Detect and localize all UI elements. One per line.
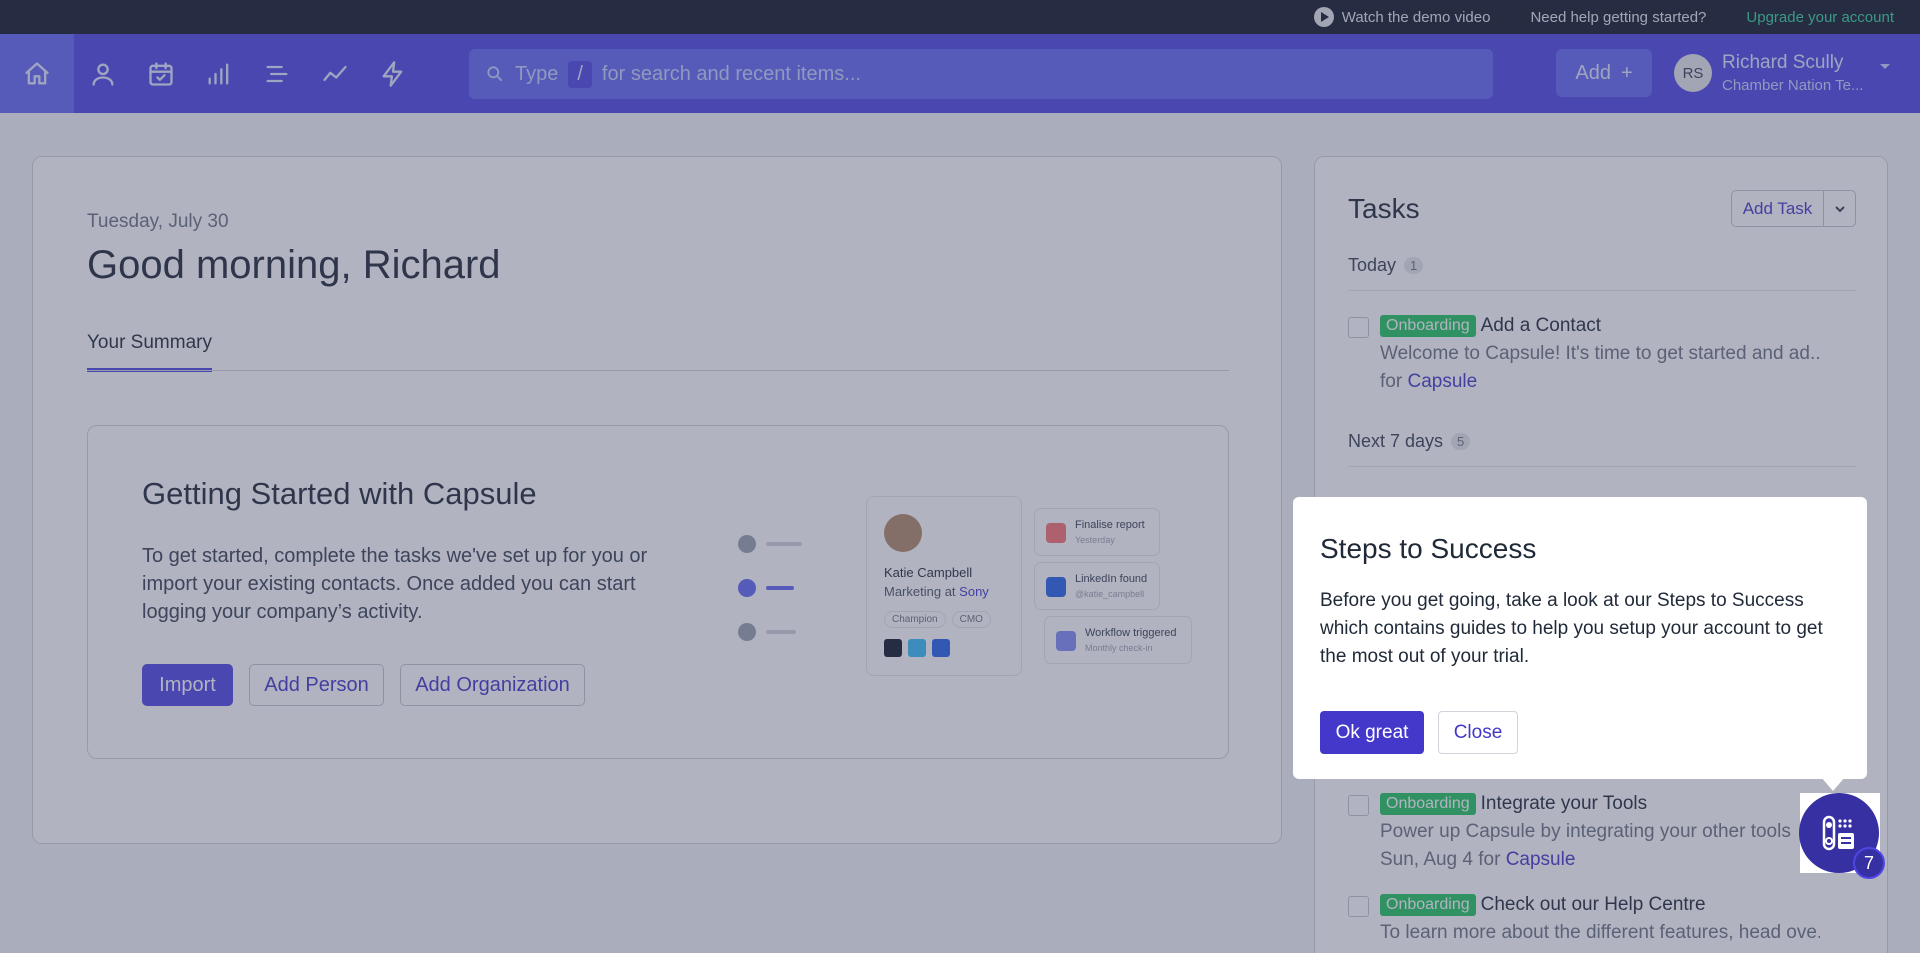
launcher-count-badge: 7 xyxy=(1853,847,1885,879)
steps-to-success-popover: Steps to Success Before you get going, t… xyxy=(1293,497,1867,791)
checklist-icon xyxy=(1822,815,1854,851)
modal-backdrop[interactable] xyxy=(0,0,1920,953)
popover-body: Before you get going, take a look at our… xyxy=(1320,590,1823,667)
ok-great-button[interactable]: Ok great xyxy=(1320,711,1424,754)
close-button[interactable]: Close xyxy=(1438,711,1518,754)
popover-title: Steps to Success xyxy=(1320,533,1537,564)
